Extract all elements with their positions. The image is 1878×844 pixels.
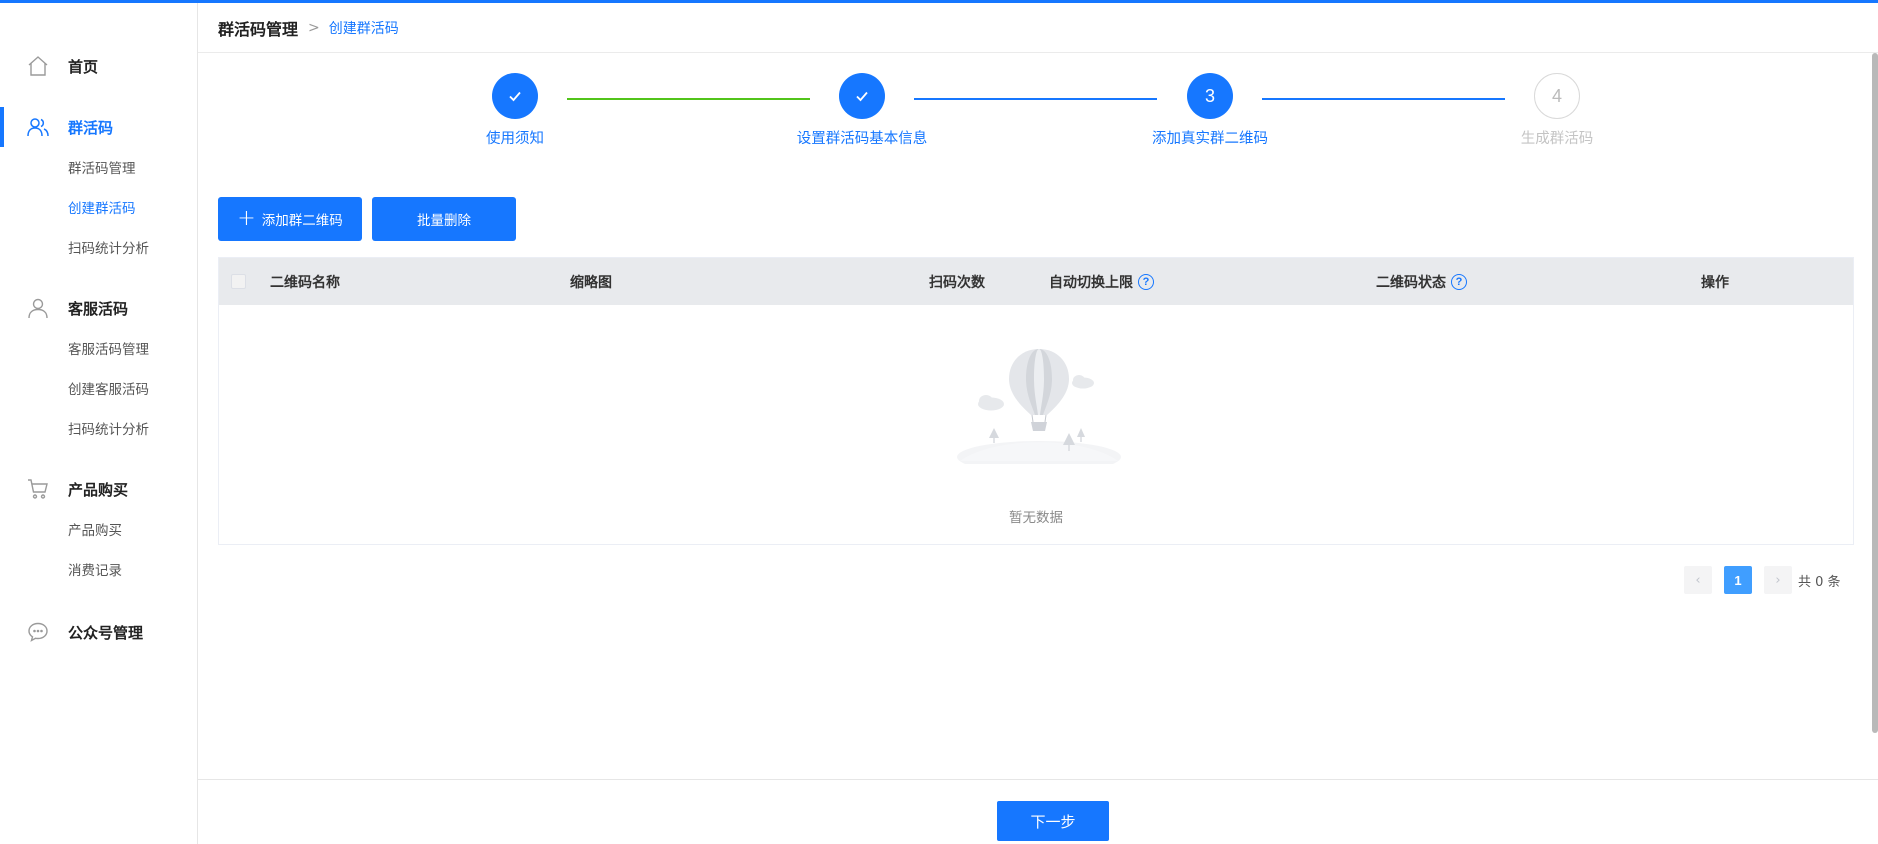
cart-icon (28, 479, 48, 499)
prev-page-button[interactable]: ‹ (1684, 566, 1712, 594)
pagination-total: 共 0 条 (1798, 575, 1841, 590)
sidebar-item-create-qun-huoma[interactable]: 创建群活码 (0, 187, 198, 227)
sidebar-item-label: 首页 (68, 57, 99, 76)
batch-delete-label: 批量删除 (417, 213, 471, 229)
users-icon (27, 118, 49, 137)
sidebar-item-purchase[interactable]: 产品购买 (0, 469, 198, 509)
page-1-button[interactable]: 1 (1724, 566, 1752, 594)
nav-group-home: 首页 (0, 46, 198, 86)
step-4-title: 生成群活码 (1520, 131, 1594, 147)
column-label: 缩略图 (570, 274, 612, 291)
chevron-right-icon: > (308, 19, 320, 36)
step-3-circle: 3 (1187, 73, 1233, 119)
step-3-title: 添加真实群二维码 (1152, 131, 1268, 147)
breadcrumb-current[interactable]: 创建群活码 (329, 18, 399, 38)
plus-icon: + (237, 206, 256, 231)
qr-table: 二维码名称 缩略图 扫码次数 自动切换上限 ? 二维码状态 ? 操作 暂无数据 (218, 257, 1854, 545)
breadcrumb-parent[interactable]: 群活码管理 (218, 16, 298, 40)
sidebar-item-kefu-scan-stats[interactable]: 扫码统计分析 (0, 408, 198, 448)
column-label: 二维码名称 (270, 274, 340, 291)
sidebar-item-label: 公众号管理 (68, 623, 144, 642)
step-4-circle: 4 (1534, 73, 1580, 119)
nav-group-purchase: 产品购买 产品购买 消费记录 (0, 469, 198, 589)
column-label: 操作 (1701, 274, 1729, 291)
help-icon[interactable]: ? (1451, 273, 1467, 290)
sidebar-item-label: 产品购买 (68, 523, 122, 539)
sidebar-item-label: 消费记录 (68, 563, 122, 579)
step-connector (914, 98, 1157, 100)
nav-group-kefu-huoma: 客服活码 客服活码管理 创建客服活码 扫码统计分析 (0, 288, 198, 448)
sidebar-item-qun-huoma-manage[interactable]: 群活码管理 (0, 147, 198, 187)
check-icon (856, 91, 868, 102)
column-header-scan-count: 扫码次数 (929, 258, 985, 305)
sidebar-item-consumption-records[interactable]: 消费记录 (0, 549, 198, 589)
empty-text: 暂无数据 (1009, 510, 1063, 526)
step-connector (567, 98, 810, 100)
step-2-title: 设置群活码基本信息 (796, 131, 928, 147)
next-step-button[interactable]: 下一步 (997, 801, 1109, 841)
batch-delete-button[interactable]: 批量删除 (372, 197, 516, 241)
sidebar-item-label: 创建群活码 (68, 201, 136, 217)
sidebar-item-home[interactable]: 首页 (0, 46, 198, 86)
sidebar-item-scan-stats[interactable]: 扫码统计分析 (0, 227, 198, 267)
step-1-title: 使用须知 (486, 131, 544, 147)
column-header-name: 二维码名称 (270, 258, 340, 305)
column-label: 自动切换上限 (1049, 274, 1133, 291)
sidebar-item-product-purchase[interactable]: 产品购买 (0, 509, 198, 549)
column-label: 扫码次数 (929, 274, 985, 291)
sidebar-item-qun-huoma[interactable]: 群活码 (0, 107, 198, 147)
sidebar-item-official-account[interactable]: 公众号管理 (0, 612, 198, 652)
column-header-qr-status: 二维码状态 ? (1376, 258, 1467, 305)
vertical-scrollbar[interactable] (1872, 53, 1878, 733)
check-icon (509, 91, 521, 102)
footer-divider (198, 779, 1878, 780)
add-qr-label: 添加群二维码 (261, 213, 343, 229)
column-label: 二维码状态 (1376, 274, 1446, 291)
add-qr-button[interactable]: + 添加群二维码 (218, 197, 362, 241)
sidebar-item-label: 客服活码 (68, 299, 129, 318)
step-2-circle (839, 73, 885, 119)
sidebar-item-label: 扫码统计分析 (68, 422, 149, 438)
sidebar-item-label: 客服活码管理 (68, 342, 149, 358)
step-1-circle (492, 73, 538, 119)
sidebar-item-kefu-manage[interactable]: 客服活码管理 (0, 328, 198, 368)
breadcrumb: 群活码管理 > 创建群活码 (198, 3, 1878, 53)
sidebar: 首页 群活码 群活码管理 创建群活码 扫码统计分析 客服活码 客服活码管理 创建… (0, 3, 198, 844)
sidebar-item-create-kefu[interactable]: 创建客服活码 (0, 368, 198, 408)
sidebar-item-kefu-huoma[interactable]: 客服活码 (0, 288, 198, 328)
sidebar-item-label: 产品购买 (68, 480, 129, 499)
step-connector (1262, 98, 1505, 100)
home-icon (28, 56, 48, 76)
nav-group-official: 公众号管理 (0, 612, 198, 652)
nav-group-qun-huoma: 群活码 群活码管理 创建群活码 扫码统计分析 (0, 107, 198, 267)
select-all-checkbox[interactable] (231, 274, 246, 289)
column-header-auto-switch-limit: 自动切换上限 ? (1049, 258, 1154, 305)
next-page-button[interactable]: › (1764, 566, 1792, 594)
user-icon (28, 298, 48, 319)
chat-icon (28, 622, 48, 642)
table-header: 二维码名称 缩略图 扫码次数 自动切换上限 ? 二维码状态 ? 操作 (219, 258, 1853, 305)
empty-balloon-illustration (957, 349, 1121, 464)
sidebar-item-label: 扫码统计分析 (68, 241, 149, 257)
sidebar-item-label: 创建客服活码 (68, 382, 149, 398)
sidebar-item-label: 群活码管理 (68, 161, 136, 177)
column-header-thumbnail: 缩略图 (570, 258, 612, 305)
sidebar-item-label: 群活码 (68, 118, 114, 137)
help-icon[interactable]: ? (1138, 273, 1154, 290)
column-header-actions: 操作 (1701, 258, 1729, 305)
